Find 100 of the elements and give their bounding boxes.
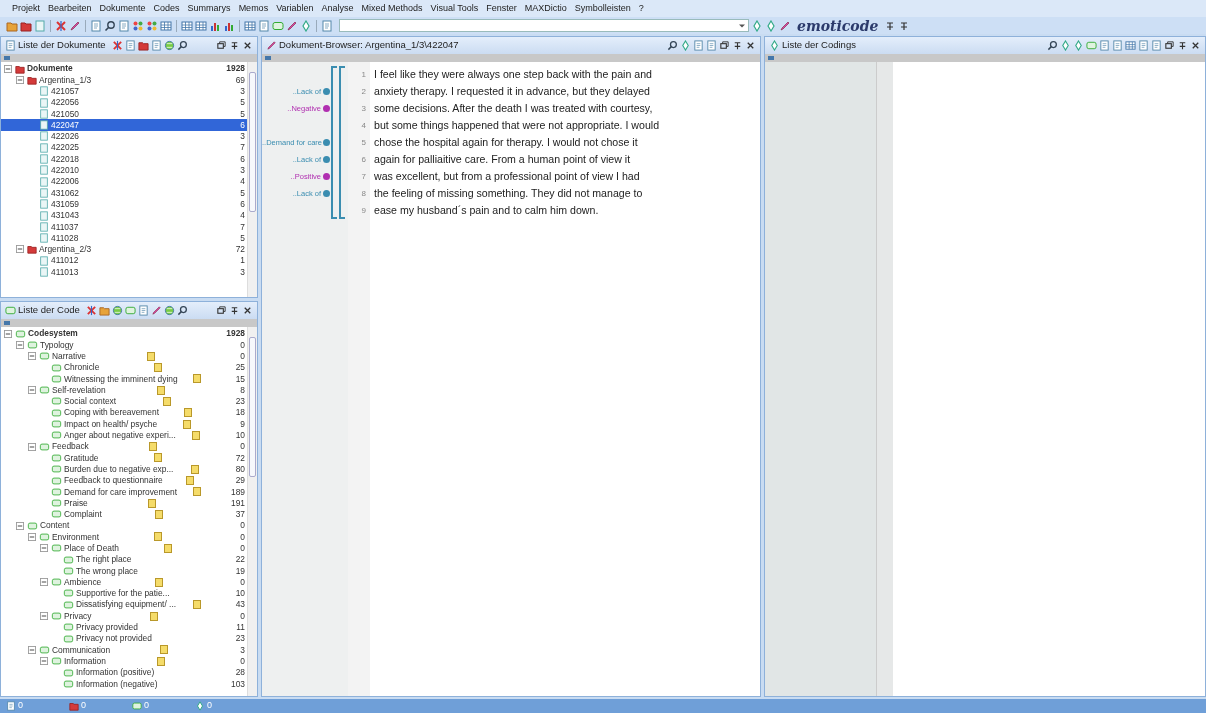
collapse-icon[interactable]	[28, 533, 36, 541]
memo-icon[interactable]	[148, 498, 157, 508]
table-icon[interactable]	[195, 19, 207, 32]
memo-icon[interactable]	[154, 363, 163, 373]
pen-icon[interactable]	[286, 19, 298, 32]
menu-item[interactable]: Memos	[234, 1, 273, 16]
document-item[interactable]: 411012 1	[1, 255, 247, 267]
document-item[interactable]: Argentina_2/3 72	[1, 243, 247, 256]
code-item[interactable]: Chronicle 25	[1, 361, 247, 374]
code-item[interactable]: Anger about negative experi... 10	[1, 429, 247, 441]
scrollbar[interactable]	[247, 62, 257, 297]
document-item[interactable]: 422026 3	[1, 130, 247, 143]
page-icon[interactable]	[124, 40, 136, 51]
page-icon[interactable]	[1138, 40, 1149, 51]
menu-item[interactable]: Symbolleisten	[570, 1, 635, 16]
code-item[interactable]: Information (positive) 28	[1, 666, 247, 679]
pin-icon[interactable]	[732, 40, 743, 51]
menu-item[interactable]: Mixed Methods	[357, 1, 427, 16]
dots-icon[interactable]	[132, 19, 144, 32]
page-icon[interactable]	[137, 305, 149, 316]
code-icon[interactable]	[1086, 40, 1097, 51]
code-icon[interactable]	[124, 305, 136, 316]
search-field[interactable]	[339, 19, 749, 32]
code-item[interactable]: Social context 23	[1, 395, 247, 408]
page-icon[interactable]	[693, 40, 704, 51]
coding-icon[interactable]	[300, 19, 312, 32]
memo-icon[interactable]	[153, 453, 162, 463]
memo-icon[interactable]	[184, 408, 192, 418]
collapse-icon[interactable]	[16, 340, 24, 349]
coding-marker[interactable]	[322, 88, 330, 95]
code-item[interactable]: Witnessing the imminent dying 15	[1, 373, 247, 385]
document-item[interactable]: 422047 6	[1, 119, 247, 131]
memo-icon[interactable]	[192, 430, 201, 440]
memo-icon[interactable]	[162, 396, 171, 406]
page-icon[interactable]	[1112, 40, 1123, 51]
menu-item[interactable]: Variablen	[272, 1, 318, 16]
code-item[interactable]: Burden due to negative exp... 80	[1, 463, 247, 475]
memo-icon[interactable]	[183, 419, 192, 429]
memo-icon[interactable]	[150, 611, 159, 621]
code-item[interactable]: The right place 22	[1, 553, 247, 566]
document-item[interactable]: 411037 7	[1, 221, 247, 233]
code-item[interactable]: Dissatisfying equipment/ ... 43	[1, 599, 247, 611]
memo-icon[interactable]	[185, 476, 194, 485]
pen-icon[interactable]	[150, 305, 162, 316]
collapse-icon[interactable]	[28, 442, 36, 451]
menu-item[interactable]: ?	[634, 1, 648, 16]
menu-item[interactable]: Visual Tools	[426, 1, 483, 16]
document-item[interactable]: 431062 5	[1, 187, 247, 199]
code-icon[interactable]	[272, 19, 284, 32]
coding-marker[interactable]	[322, 139, 330, 146]
code-item[interactable]: Supportive for the patie... 10	[1, 587, 247, 600]
collapse-icon[interactable]	[28, 645, 36, 654]
document-item[interactable]: 422018 6	[1, 153, 247, 165]
code-item[interactable]: Place of Death 0	[1, 542, 247, 554]
menu-item[interactable]: Dokumente	[95, 1, 150, 16]
page-icon[interactable]	[258, 19, 270, 32]
close-icon[interactable]	[1190, 40, 1201, 51]
folder-icon[interactable]	[20, 19, 32, 32]
folder-icon[interactable]	[6, 19, 18, 32]
pin-icon[interactable]	[1177, 40, 1188, 51]
page-icon[interactable]	[150, 40, 162, 51]
code-item[interactable]: Gratitude 72	[1, 452, 247, 464]
document-item[interactable]: 422010 3	[1, 164, 247, 176]
memo-icon[interactable]	[193, 487, 202, 497]
code-item[interactable]: Privacy 0	[1, 610, 247, 622]
collapse-icon[interactable]	[16, 245, 24, 254]
code-item[interactable]: Coping with bereavement 18	[1, 407, 247, 419]
code-item[interactable]: Typology 0	[1, 339, 247, 351]
pin-icon[interactable]	[229, 305, 240, 316]
coding-icon[interactable]	[765, 19, 777, 32]
code-item[interactable]: Praise 191	[1, 497, 247, 509]
table-icon[interactable]	[244, 19, 256, 32]
document-item[interactable]: 421057 3	[1, 85, 247, 97]
scrollbar[interactable]	[247, 327, 257, 696]
search-icon[interactable]	[104, 19, 116, 32]
coding-stripe[interactable]	[339, 66, 345, 219]
memo-icon[interactable]	[163, 543, 172, 553]
cross-icon[interactable]	[111, 40, 123, 51]
document-item[interactable]: 411013 3	[1, 266, 247, 278]
code-item[interactable]: Demand for care improvement 189	[1, 486, 247, 498]
menu-item[interactable]: Analyse	[317, 1, 358, 16]
memo-icon[interactable]	[159, 645, 168, 655]
coding-marker[interactable]	[322, 105, 330, 112]
table-icon[interactable]	[1125, 40, 1136, 51]
collapse-icon[interactable]	[40, 612, 48, 621]
cross-icon[interactable]	[55, 19, 67, 32]
code-item[interactable]: Environment 0	[1, 531, 247, 543]
pen-icon[interactable]	[779, 19, 791, 32]
document-item[interactable]: 422025 7	[1, 142, 247, 154]
document-item[interactable]: Dokumente 1928	[1, 63, 247, 75]
memo-icon[interactable]	[157, 656, 166, 666]
coding-stripe[interactable]	[331, 66, 337, 219]
collapse-icon[interactable]	[40, 657, 48, 666]
collapse-icon[interactable]	[4, 64, 12, 73]
coding-icon[interactable]	[751, 19, 763, 32]
coding-icon[interactable]	[1073, 40, 1084, 51]
page-icon[interactable]	[321, 19, 333, 32]
collapse-icon[interactable]	[4, 329, 12, 338]
code-item[interactable]: The wrong place 19	[1, 565, 247, 577]
globe-icon[interactable]	[111, 305, 123, 316]
